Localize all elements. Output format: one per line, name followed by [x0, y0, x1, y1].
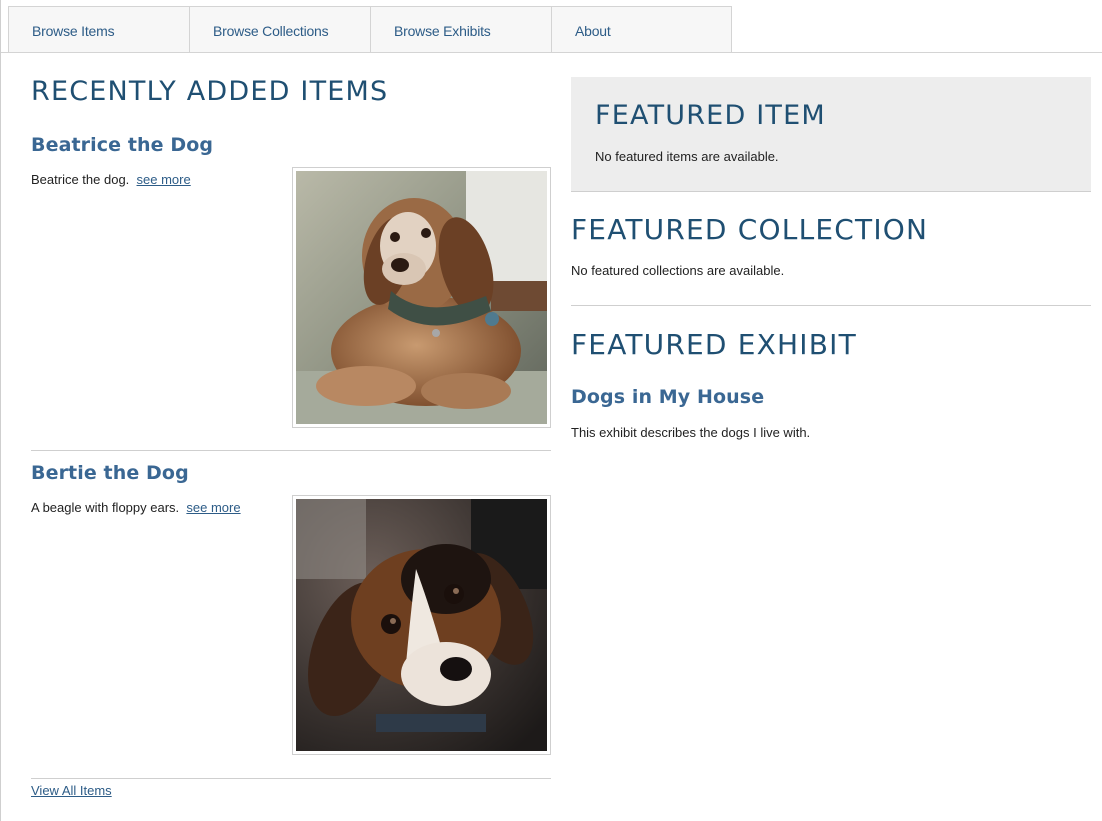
view-all-items-link[interactable]: View All Items — [31, 783, 112, 798]
featured-collection-text: No featured collections are available. — [571, 263, 785, 278]
see-more-link[interactable]: see more — [186, 500, 240, 515]
item-description-text: A beagle with floppy ears. — [31, 500, 180, 515]
list-bottom-divider — [31, 778, 551, 779]
item-title-beatrice[interactable]: Beatrice the Dog — [31, 134, 213, 156]
item-description-beatrice: Beatrice the dog. see more — [31, 172, 191, 187]
featured-item-panel — [571, 77, 1091, 192]
item-description-text: Beatrice the dog. — [31, 172, 130, 187]
exhibit-title[interactable]: Dogs in My House — [571, 386, 764, 408]
nav-about[interactable]: About — [551, 6, 732, 53]
featured-item-text: No featured items are available. — [595, 149, 779, 164]
item-divider — [31, 450, 551, 451]
nav-divider — [1, 52, 1102, 53]
see-more-link[interactable]: see more — [137, 172, 191, 187]
view-all-wrapper: View All Items — [31, 783, 112, 798]
dog-photo-bertie-icon — [296, 499, 547, 751]
item-image-beatrice[interactable] — [292, 167, 551, 428]
main-nav: Browse Items Browse Collections Browse E… — [8, 6, 732, 53]
featured-collection-heading: Featured Collection — [571, 213, 929, 246]
recent-items-heading: Recently Added Items — [31, 76, 389, 107]
featured-item-heading: Featured Item — [595, 100, 826, 131]
dog-photo-beatrice-icon — [296, 171, 547, 424]
nav-browse-exhibits[interactable]: Browse Exhibits — [370, 6, 551, 53]
nav-browse-items[interactable]: Browse Items — [8, 6, 189, 53]
exhibit-description: This exhibit describes the dogs I live w… — [571, 425, 811, 440]
featured-divider — [571, 305, 1091, 306]
featured-exhibit-heading: Featured Exhibit — [571, 328, 857, 361]
nav-browse-collections[interactable]: Browse Collections — [189, 6, 370, 53]
item-description-bertie: A beagle with floppy ears. see more — [31, 500, 241, 515]
page: Browse Items Browse Collections Browse E… — [0, 0, 1102, 821]
item-title-bertie[interactable]: Bertie the Dog — [31, 462, 189, 484]
item-image-bertie[interactable] — [292, 495, 551, 755]
